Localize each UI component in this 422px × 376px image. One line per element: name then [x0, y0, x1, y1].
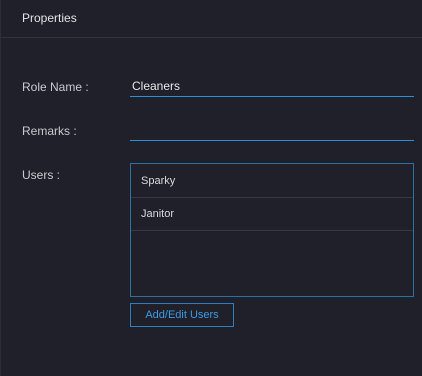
add-edit-users-button[interactable]: Add/Edit Users [130, 303, 234, 327]
list-item[interactable]: Sparky [131, 164, 413, 198]
role-name-input[interactable] [130, 75, 414, 97]
panel-title: Properties [22, 11, 77, 25]
remarks-input[interactable] [130, 119, 414, 141]
users-label: Users : [22, 168, 61, 182]
list-item[interactable]: Janitor [131, 198, 413, 231]
properties-panel: Properties Role Name : Remarks : Users :… [0, 0, 422, 376]
panel-header: Properties [1, 0, 422, 38]
users-list[interactable]: Sparky Janitor [130, 163, 414, 297]
role-name-label: Role Name : [22, 80, 89, 94]
remarks-label: Remarks : [22, 124, 77, 138]
